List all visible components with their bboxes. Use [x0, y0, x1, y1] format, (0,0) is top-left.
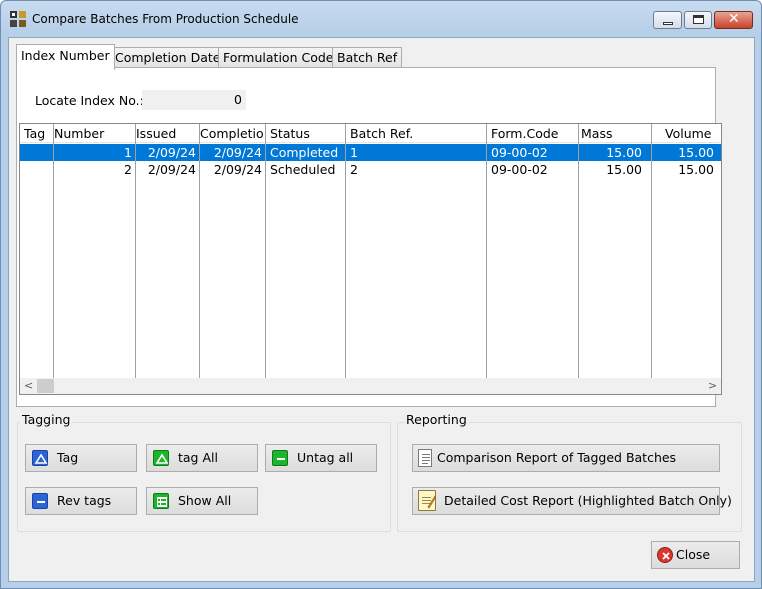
dialog-body: Index Number Completion Date Formulation…	[8, 37, 755, 582]
tab-completion-date[interactable]: Completion Date	[110, 47, 226, 69]
maximize-button[interactable]	[684, 11, 712, 29]
minimize-button[interactable]	[653, 11, 682, 29]
cell-volume: 15.00	[678, 145, 714, 160]
rev-tags-icon	[32, 493, 48, 509]
untag-all-icon	[272, 450, 288, 466]
comparison-report-label: Comparison Report of Tagged Batches	[437, 450, 677, 465]
locate-label: Locate Index No.:	[35, 93, 144, 108]
reporting-group: Reporting Comparison Report of Tagged Ba…	[397, 412, 742, 532]
column-divider	[135, 124, 136, 378]
tag-all-icon	[153, 450, 169, 466]
show-all-button[interactable]: Show All	[146, 487, 258, 515]
column-divider	[651, 124, 652, 378]
rev-tags-button-label: Rev tags	[57, 493, 112, 508]
col-header-completion[interactable]: Completion	[200, 126, 264, 141]
col-header-issued[interactable]: Issued	[136, 126, 198, 141]
tag-all-button[interactable]: tag All	[146, 444, 258, 472]
close-x-icon: ✕	[728, 11, 740, 27]
col-header-batch-ref[interactable]: Batch Ref.	[350, 126, 490, 141]
close-button-label: Close	[676, 547, 711, 562]
column-divider	[53, 124, 54, 378]
column-divider	[486, 124, 487, 378]
app-icon	[10, 11, 26, 27]
untag-all-button-label: Untag all	[297, 450, 354, 465]
cell-form-code: 09-00-02	[491, 162, 548, 177]
cell-completion: 2/09/24	[213, 145, 262, 160]
table-row[interactable]: 2 2/09/24 2/09/24 Scheduled 2 09-00-02 1…	[20, 161, 721, 178]
cell-mass: 15.00	[606, 162, 642, 177]
comparison-report-button[interactable]: Comparison Report of Tagged Batches	[412, 444, 720, 472]
document-icon	[418, 449, 432, 467]
window-close-button[interactable]: ✕	[714, 11, 753, 29]
list-icon	[153, 493, 169, 509]
column-divider	[199, 124, 200, 378]
tagging-group: Tagging Tag tag All Untag all Rev tags S…	[17, 412, 391, 532]
notepad-pencil-icon	[418, 490, 436, 511]
column-divider	[578, 124, 579, 378]
tab-batch-ref[interactable]: Batch Ref	[332, 47, 403, 69]
close-button[interactable]: Close	[651, 541, 740, 569]
col-header-tag[interactable]: Tag	[24, 126, 54, 141]
col-header-volume[interactable]: Volume	[665, 126, 721, 141]
title-bar[interactable]: Compare Batches From Production Schedule…	[1, 1, 761, 37]
minimize-icon	[663, 22, 673, 25]
horizontal-scrollbar[interactable]: < >	[20, 378, 721, 394]
scroll-left-icon[interactable]: <	[24, 379, 33, 392]
show-all-button-label: Show All	[178, 493, 232, 508]
cell-number: 1	[124, 145, 132, 160]
column-divider	[265, 124, 266, 378]
cell-number: 2	[124, 162, 132, 177]
tag-up-icon	[32, 450, 48, 466]
cell-issued: 2/09/24	[147, 162, 196, 177]
cell-issued: 2/09/24	[147, 145, 196, 160]
untag-all-button[interactable]: Untag all	[265, 444, 377, 472]
tab-panel: Locate Index No.: 0 Tag Number Issued Co…	[16, 67, 722, 407]
cell-volume: 15.00	[678, 162, 714, 177]
col-header-number[interactable]: Number	[54, 126, 134, 141]
locate-index-input[interactable]: 0	[142, 90, 246, 110]
cell-completion: 2/09/24	[213, 162, 262, 177]
close-circle-icon	[657, 547, 673, 563]
tag-button[interactable]: Tag	[25, 444, 137, 472]
cell-status: Completed	[270, 145, 339, 160]
window-title: Compare Batches From Production Schedule	[32, 12, 299, 26]
col-header-status[interactable]: Status	[270, 126, 348, 141]
cell-mass: 15.00	[606, 145, 642, 160]
cell-status: Scheduled	[270, 162, 336, 177]
col-header-mass[interactable]: Mass	[581, 126, 651, 141]
table-row[interactable]: 1 2/09/24 2/09/24 Completed 1 09-00-02 1…	[20, 144, 721, 161]
tab-index-number[interactable]: Index Number	[16, 44, 115, 70]
maximize-icon	[693, 15, 704, 24]
scroll-right-icon[interactable]: >	[708, 379, 717, 392]
tag-all-button-label: tag All	[178, 450, 218, 465]
col-header-form-code[interactable]: Form.Code	[491, 126, 581, 141]
tagging-group-label: Tagging	[20, 412, 73, 427]
grid-header: Tag Number Issued Completion Status Batc…	[20, 124, 721, 143]
reporting-group-label: Reporting	[404, 412, 469, 427]
cell-batch-ref: 1	[350, 145, 358, 160]
scroll-thumb[interactable]	[37, 379, 54, 393]
tab-formulation-code[interactable]: Formulation Code	[218, 47, 339, 69]
rev-tags-button[interactable]: Rev tags	[25, 487, 137, 515]
cell-form-code: 09-00-02	[491, 145, 548, 160]
batches-grid[interactable]: Tag Number Issued Completion Status Batc…	[19, 123, 722, 395]
detailed-cost-report-button[interactable]: Detailed Cost Report (Highlighted Batch …	[412, 487, 732, 515]
detailed-cost-report-label: Detailed Cost Report (Highlighted Batch …	[444, 493, 732, 508]
application-window: Compare Batches From Production Schedule…	[0, 0, 762, 589]
column-divider	[345, 124, 346, 378]
tag-button-label: Tag	[57, 450, 79, 465]
cell-batch-ref: 2	[350, 162, 358, 177]
